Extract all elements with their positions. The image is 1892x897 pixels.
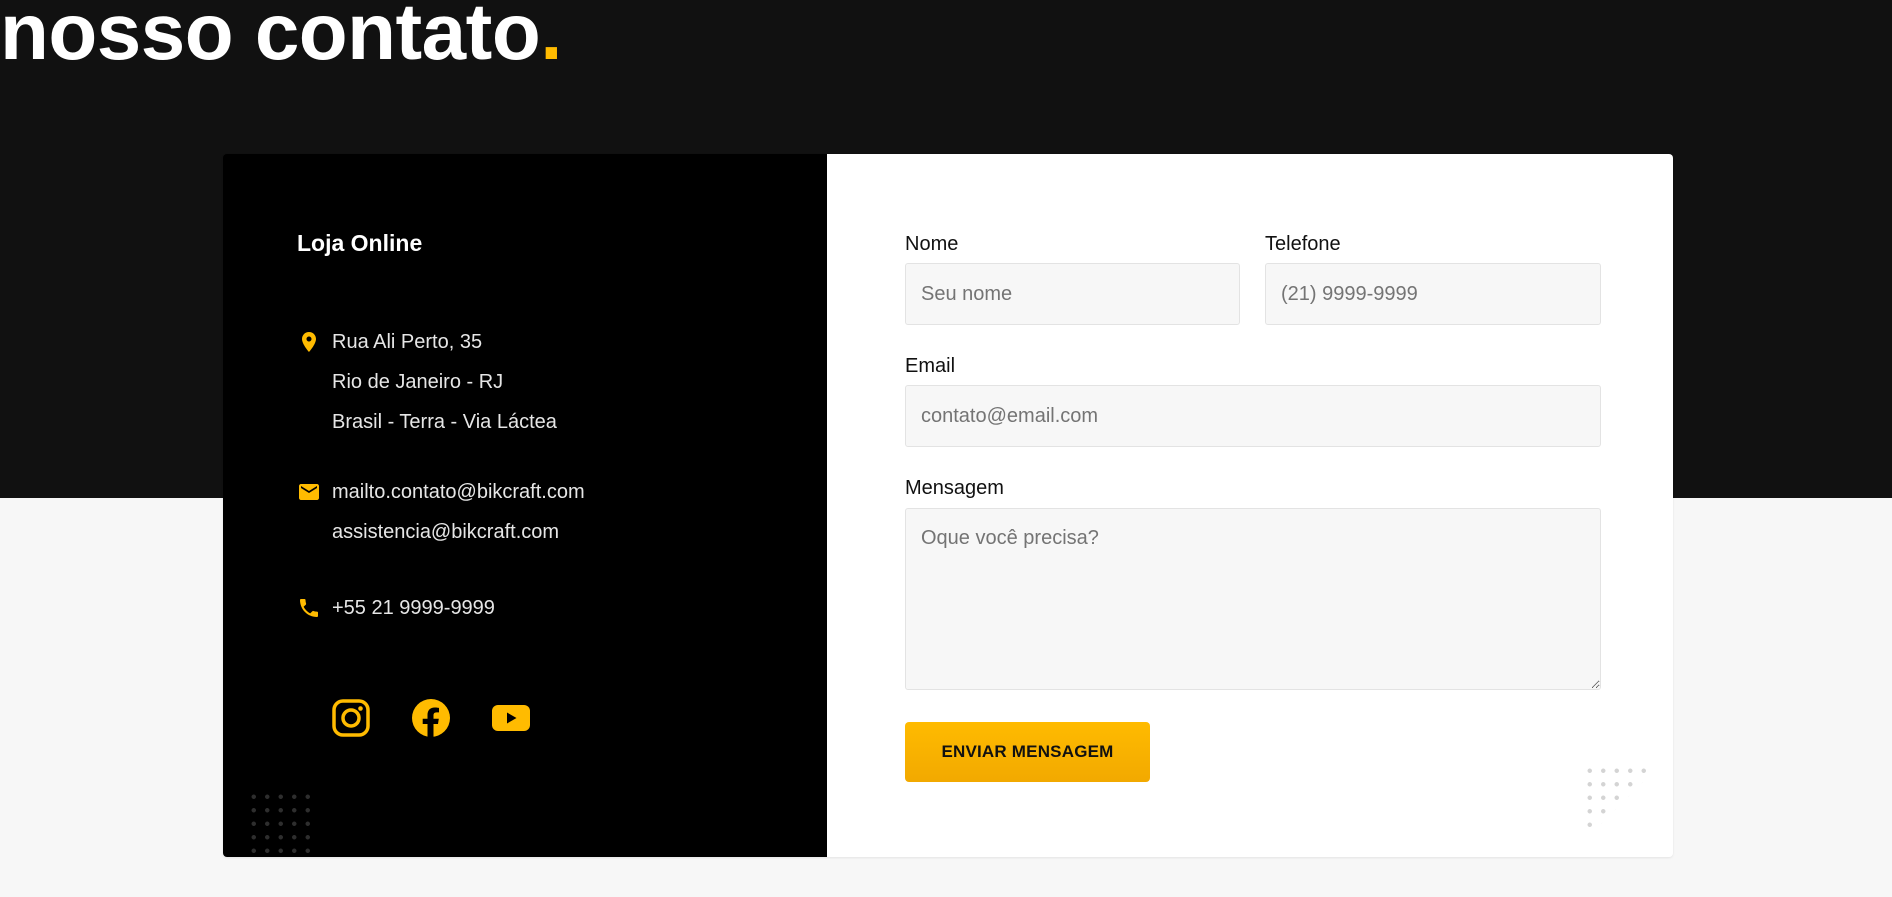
address-line: Rio de Janeiro - RJ — [332, 371, 504, 393]
location-pin-icon — [297, 330, 321, 354]
facebook-icon[interactable] — [411, 698, 451, 738]
decorative-dots — [247, 790, 317, 857]
decorative-dots — [1583, 764, 1653, 834]
message-label: Mensagem — [905, 477, 1004, 499]
page-title: nosso contato. — [0, 0, 562, 72]
phone-icon — [297, 596, 321, 620]
contact-card: Loja Online Rua Ali Perto, 35 Rio de Jan… — [223, 154, 1673, 857]
page-title-dot: . — [540, 0, 562, 76]
message-textarea[interactable] — [905, 508, 1601, 690]
phone-label: Telefone — [1265, 233, 1341, 255]
email-input[interactable] — [905, 385, 1601, 447]
submit-button[interactable]: ENVIAR MENSAGEM — [905, 722, 1150, 782]
email-link[interactable]: mailto.contato@bikcraft.com — [297, 472, 585, 512]
phone-block: +55 21 9999-9999 — [297, 588, 495, 628]
contact-form-panel: Nome Telefone Email Mensagem ENVIAR MENS… — [827, 154, 1673, 857]
youtube-icon[interactable] — [491, 698, 531, 738]
address-line: Brasil - Terra - Via Láctea — [332, 411, 557, 433]
email-link[interactable]: assistencia@bikcraft.com — [297, 512, 585, 552]
name-input[interactable] — [905, 263, 1240, 325]
store-title: Loja Online — [297, 230, 423, 256]
address-block: Rua Ali Perto, 35 Rio de Janeiro - RJ Br… — [297, 322, 557, 442]
page-title-text: nosso contato — [0, 0, 541, 76]
email-block: mailto.contato@bikcraft.com assistencia@… — [297, 472, 585, 552]
phone-number: +55 21 9999-9999 — [332, 597, 495, 619]
phone-input[interactable] — [1265, 263, 1601, 325]
mail-icon — [297, 480, 321, 504]
email-label: Email — [905, 355, 956, 377]
name-label: Nome — [905, 233, 959, 255]
contact-info-panel: Loja Online Rua Ali Perto, 35 Rio de Jan… — [223, 154, 827, 857]
address-line: Rua Ali Perto, 35 — [332, 331, 483, 353]
social-links — [331, 698, 531, 738]
instagram-icon[interactable] — [331, 698, 371, 738]
